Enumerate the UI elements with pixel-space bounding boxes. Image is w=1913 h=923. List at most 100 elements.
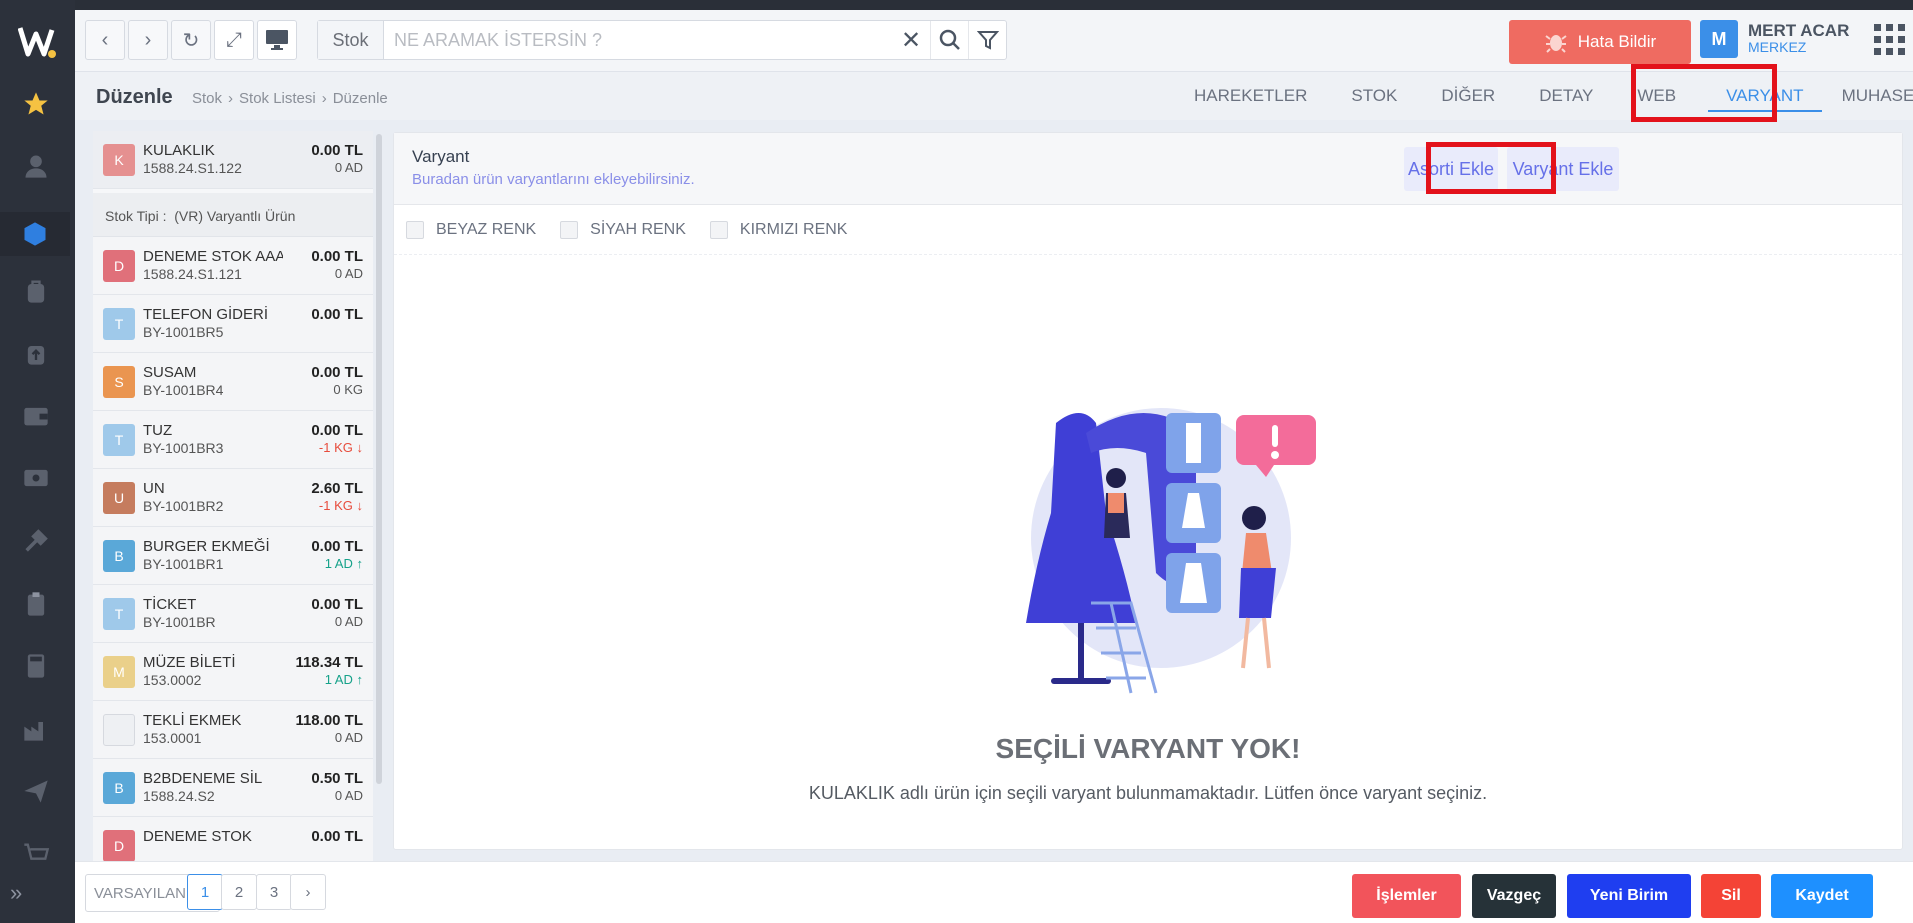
item-price: 2.60 TL [311, 480, 363, 497]
list-item[interactable]: D DENEME STOK 0.00 TL [93, 817, 373, 863]
stock-list: K KULAKLIK 1588.24.S1.122 0.00 TL 0 AD S… [93, 131, 373, 863]
fullscreen-icon[interactable]: ⤢ [214, 20, 254, 60]
item-name: DENEME STOK [143, 828, 252, 845]
breadcrumb-item[interactable]: Stok [192, 90, 222, 107]
calculator-icon[interactable] [20, 650, 52, 682]
item-code: 1588.24.S1.122 [143, 160, 242, 176]
tools-icon[interactable] [20, 525, 52, 557]
list-item[interactable]: U UN BY-1001BR2 2.60 TL -1 KG ↓ [93, 469, 373, 527]
wallet-icon[interactable] [20, 400, 52, 432]
checkbox-red[interactable]: KIRMIZI RENK [709, 220, 847, 239]
checkbox-black[interactable]: SİYAH RENK [560, 220, 686, 239]
page-2-button[interactable]: 2 [221, 874, 257, 910]
list-item[interactable]: B BURGER EKMEĞİ BY-1001BR1 0.00 TL 1 AD … [93, 527, 373, 585]
item-qty: 0 AD [335, 788, 363, 803]
list-item[interactable]: TEKLİ EKMEK 153.0001 118.00 TL 0 AD [93, 701, 373, 759]
item-qty-value: -1 KG [318, 498, 353, 513]
next-page-icon[interactable]: › [290, 874, 326, 910]
empty-state-message: KULAKLIK adlı ürün için seçili varyant b… [808, 783, 1488, 803]
checkbox-box[interactable] [560, 220, 579, 239]
item-badge: T [103, 598, 135, 630]
item-qty: 1 AD ↑ [325, 672, 363, 687]
item-name: KULAKLIK [143, 142, 215, 159]
report-bug-label: Hata Bildir [1577, 32, 1657, 51]
sales-bag-icon[interactable] [20, 337, 52, 369]
forward-icon[interactable]: › [128, 20, 168, 60]
tab-muhasebe[interactable]: MUHASEBE [1840, 72, 1913, 120]
page-header: Düzenle Stok › Stok Listesi › Düzenle HA… [75, 64, 1913, 122]
item-qty-value: 0 KG [333, 382, 363, 397]
breadcrumb-item[interactable]: Stok Listesi [239, 90, 316, 107]
cancel-button[interactable]: Vazgeç [1472, 874, 1556, 918]
expand-sidebar-icon[interactable]: » [10, 880, 22, 906]
item-name: MÜZE BİLETİ [143, 654, 236, 671]
stock-box-icon[interactable] [0, 212, 70, 256]
tab-detay[interactable]: DETAY [1517, 72, 1615, 120]
save-button[interactable]: Kaydet [1771, 874, 1873, 918]
back-icon[interactable]: ‹ [85, 20, 125, 60]
item-name: TUZ [143, 422, 173, 439]
avatar: M [1700, 20, 1738, 58]
item-code: 1588.24.S1.121 [143, 266, 242, 282]
search-icon[interactable] [930, 21, 968, 59]
bottom-bar: VARSAYILAN ▼ 1 2 3 › İşlemler Vazgeç Yen… [75, 861, 1913, 923]
checkbox-box[interactable] [709, 220, 728, 239]
user-icon[interactable] [20, 150, 52, 182]
clipboard-icon[interactable] [20, 588, 52, 620]
tab-stok[interactable]: STOK [1329, 72, 1419, 120]
report-bug-button[interactable]: Hata Bildir [1509, 20, 1691, 64]
factory-icon[interactable] [20, 713, 52, 745]
list-item[interactable]: D DENEME STOK AAA 1588.24.S1.121 0.00 TL… [93, 237, 373, 295]
checkbox-white[interactable]: BEYAZ RENK [406, 220, 536, 239]
user-menu[interactable]: M MERT ACAR MERKEZ [1700, 20, 1849, 58]
item-code: BY-1001BR4 [143, 382, 224, 398]
search-input[interactable] [384, 21, 892, 59]
search-scope[interactable]: Stok [318, 21, 384, 59]
panel-title: Varyant [412, 147, 470, 166]
list-item[interactable]: T TELEFON GİDERİ BY-1001BR5 0.00 TL [93, 295, 373, 353]
cash-register-icon[interactable] [20, 462, 52, 494]
tab-hareketler[interactable]: HAREKETLER [1172, 72, 1329, 120]
item-qty: 0 AD [334, 160, 363, 175]
operations-button[interactable]: İşlemler [1352, 874, 1461, 918]
item-qty-value: 0 AD [334, 614, 363, 629]
list-item[interactable]: M MÜZE BİLETİ 153.0002 118.34 TL 1 AD ↑ [93, 643, 373, 701]
purchase-bag-icon[interactable] [20, 275, 52, 307]
cart-icon[interactable] [20, 838, 52, 870]
list-item-selected[interactable]: K KULAKLIK 1588.24.S1.122 0.00 TL 0 AD [93, 131, 373, 189]
item-badge: B [103, 540, 135, 572]
page-title: Düzenle [96, 86, 173, 108]
new-unit-button[interactable]: Yeni Birim [1567, 874, 1691, 918]
stock-type-value: (VR) Varyantlı Ürün [174, 208, 296, 224]
monitor-icon[interactable] [257, 20, 297, 60]
chevron-right-icon: › [321, 90, 327, 107]
left-sidebar: » [0, 0, 75, 923]
apps-grid-icon[interactable] [1874, 24, 1906, 56]
trend-arrow-icon: ↓ [352, 440, 363, 455]
refresh-icon[interactable]: ↻ [171, 20, 211, 60]
item-price: 0.00 TL [311, 422, 363, 439]
item-code: BY-1001BR2 [143, 498, 224, 514]
checkbox-label: SİYAH RENK [590, 220, 686, 238]
list-scrollbar[interactable] [376, 134, 382, 784]
filter-icon[interactable] [968, 21, 1006, 59]
delete-button[interactable]: Sil [1701, 874, 1761, 918]
page-1-button[interactable]: 1 [187, 874, 223, 910]
list-item[interactable]: S SUSAM BY-1001BR4 0.00 TL 0 KG [93, 353, 373, 411]
list-item[interactable]: T TUZ BY-1001BR3 0.00 TL -1 KG ↓ [93, 411, 373, 469]
item-price: 0.50 TL [311, 770, 363, 787]
item-price: 0.00 TL [311, 248, 363, 265]
list-item[interactable]: B B2BDENEME SİL 1588.24.S2 0.50 TL 0 AD [93, 759, 373, 817]
tab-diger[interactable]: DİĞER [1419, 72, 1517, 120]
bug-icon [1545, 35, 1567, 53]
item-name: UN [143, 480, 165, 497]
item-qty: -1 KG ↓ [319, 498, 363, 513]
favorites-star-icon[interactable] [20, 88, 52, 120]
clear-search-icon[interactable]: ✕ [892, 21, 930, 59]
app-logo-icon[interactable] [18, 22, 58, 62]
checkbox-box[interactable] [406, 220, 424, 239]
page-3-button[interactable]: 3 [256, 874, 292, 910]
list-item[interactable]: T TİCKET BY-1001BR 0.00 TL 0 AD [93, 585, 373, 643]
send-icon[interactable] [20, 775, 52, 807]
item-code: BY-1001BR1 [143, 556, 224, 572]
